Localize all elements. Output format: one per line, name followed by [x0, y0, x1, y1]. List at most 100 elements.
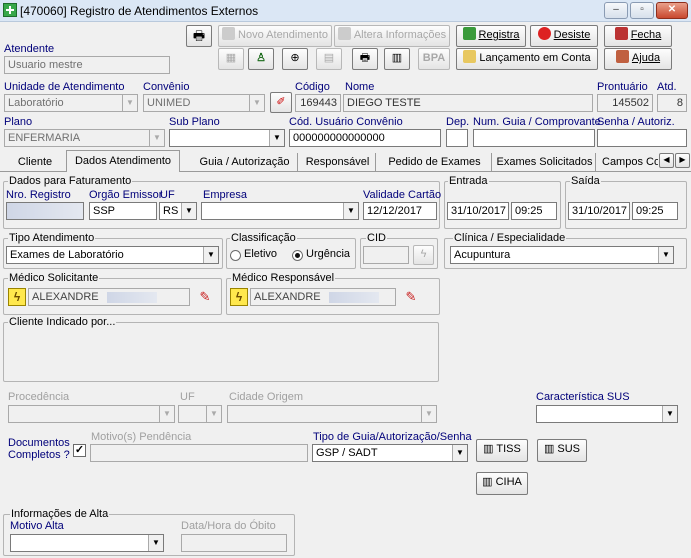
medico-solicitante-field[interactable]: ALEXANDRE — [28, 288, 190, 306]
senha-label: Senha / Autoriz. — [597, 116, 675, 128]
magnifier-icon: ⊕ — [290, 52, 300, 64]
validade-field[interactable]: 12/12/2017 — [363, 202, 437, 220]
uf2-select[interactable]: ▼ — [178, 405, 222, 423]
print-button[interactable]: 🖶 — [186, 25, 212, 47]
plano-label: Plano — [4, 116, 33, 128]
entrada-date-field[interactable]: 31/10/2017 — [447, 202, 509, 220]
atendente-field[interactable]: Usuario mestre — [4, 56, 170, 74]
tipo-atendimento-select[interactable]: Exames de Laboratório ▼ — [6, 246, 219, 264]
clinica-select[interactable]: Acupuntura ▼ — [450, 246, 674, 264]
tab-exames-solicitados[interactable]: Exames Solicitados — [494, 153, 596, 172]
medico-responsavel-title: Médico Responsável — [231, 272, 336, 284]
cliente-indicado-group — [3, 322, 439, 382]
tab-pedido-exames[interactable]: Pedido de Exames — [378, 153, 492, 172]
document-icon: ▥ — [483, 443, 497, 455]
subplano-select[interactable]: ▼ — [169, 129, 285, 147]
motivo-pendencia-label: Motivo(s) Pendência — [91, 431, 192, 443]
medico-responsavel-field[interactable]: ALEXANDRE — [250, 288, 396, 306]
nro-registro-label: Nro. Registro — [6, 189, 71, 201]
procedencia-label: Procedência — [8, 391, 70, 403]
calculator-button[interactable]: ▦ — [218, 48, 244, 70]
obito-field[interactable] — [181, 534, 287, 552]
saida-date-field[interactable]: 31/10/2017 — [568, 202, 630, 220]
orgao-emissor-field[interactable]: SSP — [89, 202, 157, 220]
close-button[interactable]: ✕ — [656, 2, 688, 19]
uf-label: UF — [160, 189, 175, 201]
documentos-checkbox[interactable]: ✓ — [73, 444, 86, 457]
printer-icon: 🖶 — [359, 52, 371, 64]
num-guia-field[interactable] — [473, 129, 595, 147]
cod-usuario-label: Cód. Usuário Convênio — [289, 116, 403, 128]
door-icon — [614, 27, 628, 40]
zoom-button[interactable]: ⊕ — [282, 48, 308, 70]
subplano-label: Sub Plano — [169, 116, 220, 128]
tab-dados-atendimento[interactable]: Dados Atendimento — [66, 150, 180, 172]
uf-select[interactable]: RS ▼ — [159, 202, 197, 220]
tab-scroll-right[interactable]: ▶ — [675, 153, 690, 168]
prontuario-field[interactable]: 145502 — [597, 94, 653, 112]
unidade-select[interactable]: Laboratório ▼ — [4, 94, 138, 112]
dep-field[interactable] — [446, 129, 468, 147]
patient-search-button[interactable]: ♙ — [248, 48, 274, 70]
print2-button[interactable]: 🖶 — [352, 48, 378, 70]
cid-field[interactable] — [363, 246, 409, 264]
tab-campos[interactable]: Campos Co — [598, 153, 658, 172]
ajuda-button[interactable]: Ajuda — [604, 48, 672, 70]
num-guia-label: Num. Guia / Comprovante — [473, 116, 601, 128]
cod-usuario-field[interactable]: 000000000000000 — [289, 129, 441, 147]
redacted-region — [107, 292, 157, 303]
caracteristica-sus-select[interactable]: ▼ — [536, 405, 678, 423]
cid-title: CID — [366, 232, 387, 244]
plano-select[interactable]: ENFERMARIA ▼ — [4, 129, 165, 147]
novo-atendimento-button[interactable]: Novo Atendimento — [218, 25, 332, 47]
window-title: [470060] Registro de Atendimentos Extern… — [20, 4, 259, 18]
atendente-label: Atendente — [4, 43, 55, 55]
nome-field[interactable]: DIEGO TESTE — [343, 94, 593, 112]
chevron-down-icon: ▼ — [249, 95, 264, 111]
saida-time-field[interactable]: 09:25 — [632, 202, 678, 220]
entrada-time-field[interactable]: 09:25 — [511, 202, 557, 220]
empresa-select[interactable]: ▼ — [201, 202, 359, 220]
tab-scroll-left[interactable]: ◀ — [659, 153, 674, 168]
copies-button[interactable]: ▥ — [384, 48, 410, 70]
procedencia-select[interactable]: ▼ — [8, 405, 175, 423]
minimize-button[interactable]: – — [604, 2, 628, 19]
codigo-label: Código — [295, 81, 330, 93]
lancamento-button[interactable]: Lançamento em Conta — [456, 48, 598, 70]
eraser-button[interactable]: ✐ — [270, 92, 292, 113]
tab-responsavel[interactable]: Responsável — [300, 153, 376, 172]
tipo-guia-select[interactable]: GSP / SADT ▼ — [312, 444, 468, 462]
tab-guia-autorizacao[interactable]: Guia / Autorização — [192, 153, 298, 172]
medico-responsavel-clear[interactable]: ✎ — [402, 288, 420, 306]
urgencia-radio[interactable] — [292, 250, 303, 261]
tab-cliente[interactable]: Cliente — [6, 153, 64, 172]
sus-button[interactable]: ▥ SUS — [537, 439, 587, 462]
medico-solicitante-lookup[interactable]: ϟ — [8, 288, 26, 306]
eletivo-label: Eletivo — [244, 248, 278, 260]
chevron-down-icon: ▼ — [148, 535, 163, 551]
motivo-alta-select[interactable]: ▼ — [10, 534, 164, 552]
registra-button[interactable]: Registra — [456, 25, 526, 47]
bpa-button[interactable]: BPA — [418, 48, 450, 70]
atd-field[interactable]: 8 — [657, 94, 687, 112]
cidade-origem-select[interactable]: ▼ — [227, 405, 437, 423]
convenio-select[interactable]: UNIMED ▼ — [143, 94, 265, 112]
cid-lookup-button[interactable]: ϟ — [413, 245, 434, 265]
eletivo-radio[interactable] — [230, 250, 241, 261]
caracteristica-sus-label: Característica SUS — [536, 391, 630, 403]
medico-responsavel-lookup[interactable]: ϟ — [230, 288, 248, 306]
altera-informacoes-button[interactable]: Altera Informações — [334, 25, 450, 47]
lightning-icon: ϟ — [235, 290, 243, 304]
maximize-button[interactable]: ▫ — [630, 2, 654, 19]
fecha-button[interactable]: Fecha — [604, 25, 672, 47]
nro-registro-field[interactable] — [6, 202, 84, 220]
ciha-button[interactable]: ▥ CIHA — [476, 472, 528, 495]
desiste-button[interactable]: Desiste — [530, 25, 598, 47]
motivo-pendencia-field[interactable] — [90, 444, 308, 462]
codigo-field[interactable]: 169443 — [295, 94, 341, 112]
report-button[interactable]: ▤ — [316, 48, 342, 70]
chevron-down-icon: ▼ — [149, 130, 164, 146]
tiss-button[interactable]: ▥ TISS — [476, 439, 528, 462]
senha-field[interactable] — [597, 129, 687, 147]
medico-solicitante-clear[interactable]: ✎ — [196, 288, 214, 306]
